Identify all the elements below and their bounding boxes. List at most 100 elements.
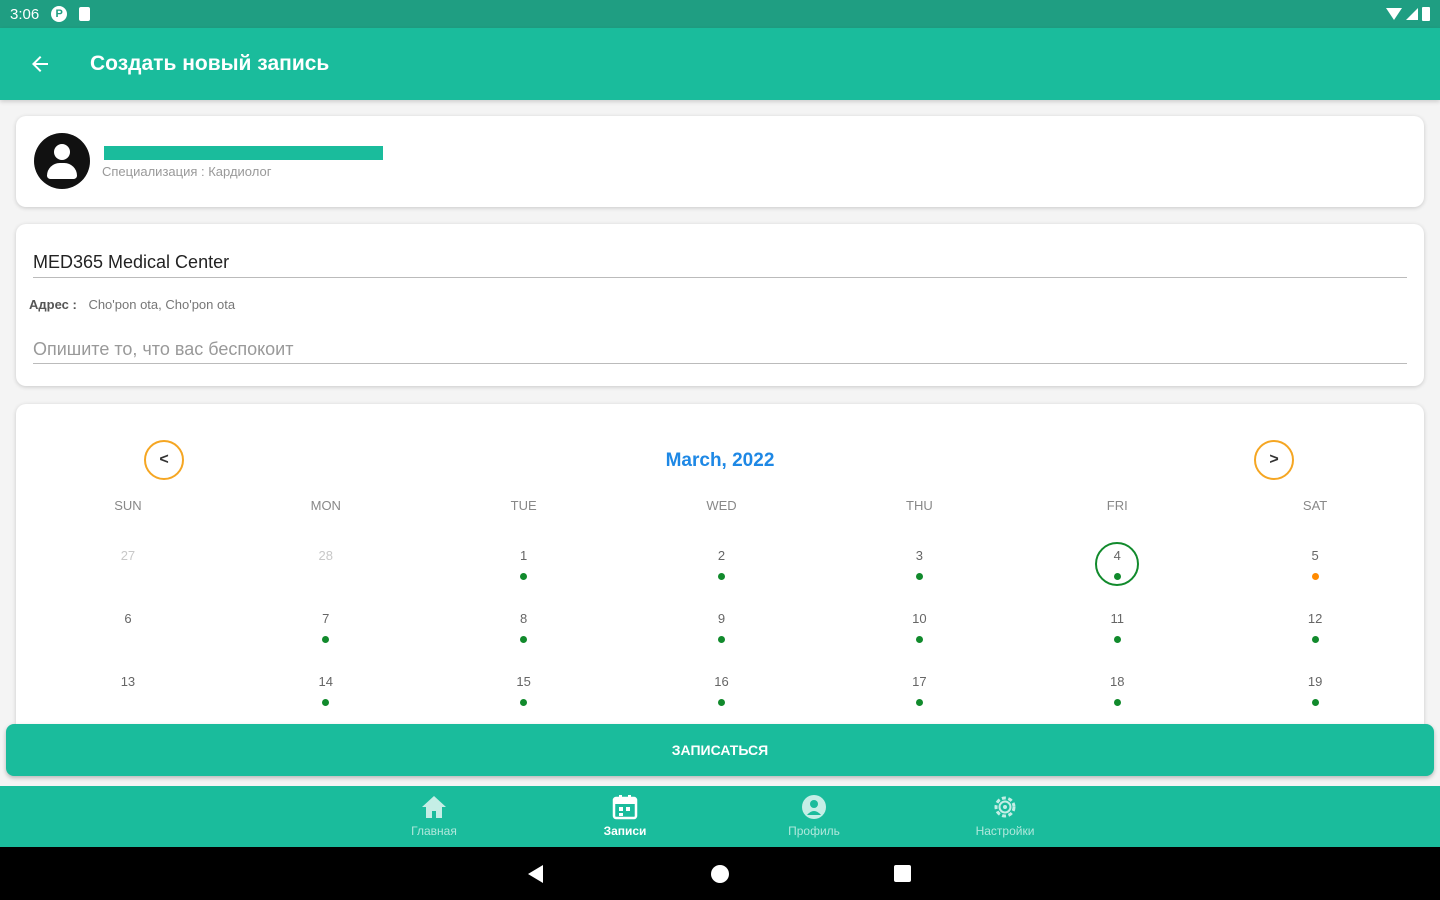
calendar-day[interactable]: 11 bbox=[1018, 599, 1216, 662]
next-month-button[interactable]: > bbox=[1254, 440, 1294, 480]
calendar-day-number: 3 bbox=[915, 548, 923, 563]
calendar-card: < March, 2022 > SUN MON TUE WED THU FRI SAT 27… bbox=[16, 404, 1424, 724]
calendar-day-number: 2 bbox=[717, 548, 726, 563]
weekday-label: FRI bbox=[1106, 498, 1128, 513]
address-label: Адрес : bbox=[29, 297, 77, 312]
weekday-label: WED bbox=[706, 498, 737, 513]
calendar-day[interactable]: 12 bbox=[1216, 599, 1414, 662]
system-back-icon[interactable] bbox=[528, 865, 543, 883]
availability-dot-green bbox=[718, 573, 725, 580]
calendar-day[interactable]: 1 bbox=[425, 536, 623, 599]
calendar-day[interactable]: 17 bbox=[820, 662, 1018, 724]
calendar-day[interactable]: 7 bbox=[227, 599, 425, 662]
month-title: March, 2022 bbox=[665, 450, 775, 471]
calendar-day[interactable]: 9 bbox=[623, 599, 821, 662]
nav-profile[interactable]: Профиль bbox=[754, 786, 874, 847]
availability-dot-green bbox=[322, 636, 330, 643]
system-recent-apps-icon[interactable] bbox=[894, 865, 911, 882]
nav-records-label: Записи bbox=[603, 824, 647, 838]
wifi-icon bbox=[1386, 8, 1402, 20]
availability-dot-green bbox=[1311, 699, 1319, 706]
calendar-day-number: 28 bbox=[318, 548, 334, 563]
calendar-day[interactable]: 6 bbox=[29, 599, 227, 662]
address-row: Адрес : Cho'pon ota, Cho'pon ota bbox=[29, 297, 235, 312]
availability-dot-green bbox=[915, 573, 923, 580]
calendar-day-number: 4 bbox=[1113, 548, 1121, 563]
home-icon bbox=[422, 796, 446, 818]
weekday-label: SAT bbox=[1302, 498, 1328, 513]
clinic-card: MED365 Medical Center Адрес : Cho'pon ot… bbox=[16, 224, 1424, 386]
weekday-label: TUE bbox=[510, 498, 537, 513]
app-bar: Создать новый запись bbox=[0, 28, 1440, 100]
calendar-day-number: 17 bbox=[912, 674, 927, 689]
back-button[interactable] bbox=[0, 28, 80, 100]
status-bar: 3:06 P bbox=[0, 0, 1440, 28]
calendar-week-row: 13 14 15 16 17 18 19 bbox=[29, 662, 1414, 724]
calendar-day[interactable]: 19 bbox=[1216, 662, 1414, 724]
calendar-day-number: 6 bbox=[124, 611, 132, 626]
sd-card-icon bbox=[79, 7, 91, 21]
calendar-day[interactable]: 16 bbox=[623, 662, 821, 724]
nav-settings[interactable]: Настройки bbox=[945, 786, 1065, 847]
nav-home[interactable]: Главная bbox=[374, 786, 494, 847]
doctor-specialization: Специализация : Кардиолог bbox=[102, 164, 272, 179]
profile-icon bbox=[802, 795, 826, 819]
weekday-label: SUN bbox=[114, 498, 142, 513]
calendar-grid: 27 28 1 2 3 4 5 6 7 8 9 10 11 12 13 14 15 16 17 18 19 bbox=[29, 536, 1414, 724]
weekday-label: MON bbox=[310, 498, 341, 513]
calendar-day[interactable]: 13 bbox=[29, 662, 227, 724]
availability-dot-green bbox=[1311, 636, 1319, 643]
availability-dot-green bbox=[322, 699, 330, 706]
doctor-name-redacted bbox=[104, 146, 383, 160]
availability-dot-green bbox=[520, 699, 528, 706]
nav-records[interactable]: Записи bbox=[565, 786, 685, 847]
calendar-day-number: 18 bbox=[1109, 674, 1125, 689]
calendar-day-number: 9 bbox=[717, 611, 726, 626]
calendar-day-number: 13 bbox=[120, 674, 136, 689]
availability-dot-green bbox=[718, 699, 725, 706]
nav-profile-label: Профиль bbox=[788, 824, 840, 838]
calendar-day-number: 27 bbox=[120, 548, 136, 563]
submit-appointment-button[interactable]: ЗАПИСАТЬСЯ bbox=[6, 724, 1434, 776]
nav-settings-label: Настройки bbox=[975, 824, 1035, 838]
system-home-icon[interactable] bbox=[711, 865, 729, 883]
calendar-day[interactable]: 14 bbox=[227, 662, 425, 724]
calendar-day[interactable]: 2 bbox=[623, 536, 821, 599]
calendar-day[interactable]: 8 bbox=[425, 599, 623, 662]
calendar-day[interactable]: 3 bbox=[820, 536, 1018, 599]
calendar-day[interactable]: 28 bbox=[227, 536, 425, 599]
calendar-day[interactable]: 18 bbox=[1018, 662, 1216, 724]
avatar bbox=[34, 133, 90, 189]
availability-dot-orange bbox=[1311, 573, 1319, 580]
doctor-card: Специализация : Кардиолог bbox=[16, 116, 1424, 207]
calendar-day-number: 5 bbox=[1311, 548, 1319, 563]
bottom-navigation: Главная Записи Профиль Настройки bbox=[0, 786, 1440, 847]
calendar-day[interactable]: 5 bbox=[1216, 536, 1414, 599]
availability-dot-green bbox=[1113, 573, 1121, 580]
calendar-day-number: 12 bbox=[1307, 611, 1323, 626]
calendar-day-number: 19 bbox=[1307, 674, 1323, 689]
calendar-week-row: 27 28 1 2 3 4 5 bbox=[29, 536, 1414, 599]
nav-home-label: Главная bbox=[411, 824, 457, 838]
availability-dot-green bbox=[1113, 636, 1121, 643]
calendar-day-number: 10 bbox=[912, 611, 927, 626]
parking-icon: P bbox=[51, 6, 68, 22]
arrow-left-icon bbox=[32, 56, 48, 72]
gear-icon bbox=[994, 796, 1016, 818]
calendar-day-number: 7 bbox=[322, 611, 330, 626]
status-time: 3:06 bbox=[10, 5, 40, 23]
calendar-day[interactable]: 10 bbox=[820, 599, 1018, 662]
address-value: Cho'pon ota, Cho'pon ota bbox=[88, 297, 236, 312]
page-title: Создать новый запись bbox=[90, 52, 330, 75]
calendar-day[interactable]: 27 bbox=[29, 536, 227, 599]
calendar-day-selected[interactable]: 4 bbox=[1018, 536, 1216, 599]
availability-dot-green bbox=[915, 636, 923, 643]
calendar-day-number: 1 bbox=[520, 548, 528, 563]
clinic-name-field[interactable]: MED365 Medical Center bbox=[33, 250, 1407, 278]
availability-dot-green bbox=[520, 573, 528, 580]
weekday-label: THU bbox=[906, 498, 933, 513]
system-navigation-bar bbox=[0, 847, 1440, 900]
availability-dot-green bbox=[1113, 699, 1121, 706]
calendar-day[interactable]: 15 bbox=[425, 662, 623, 724]
complaint-input[interactable] bbox=[33, 336, 1407, 364]
